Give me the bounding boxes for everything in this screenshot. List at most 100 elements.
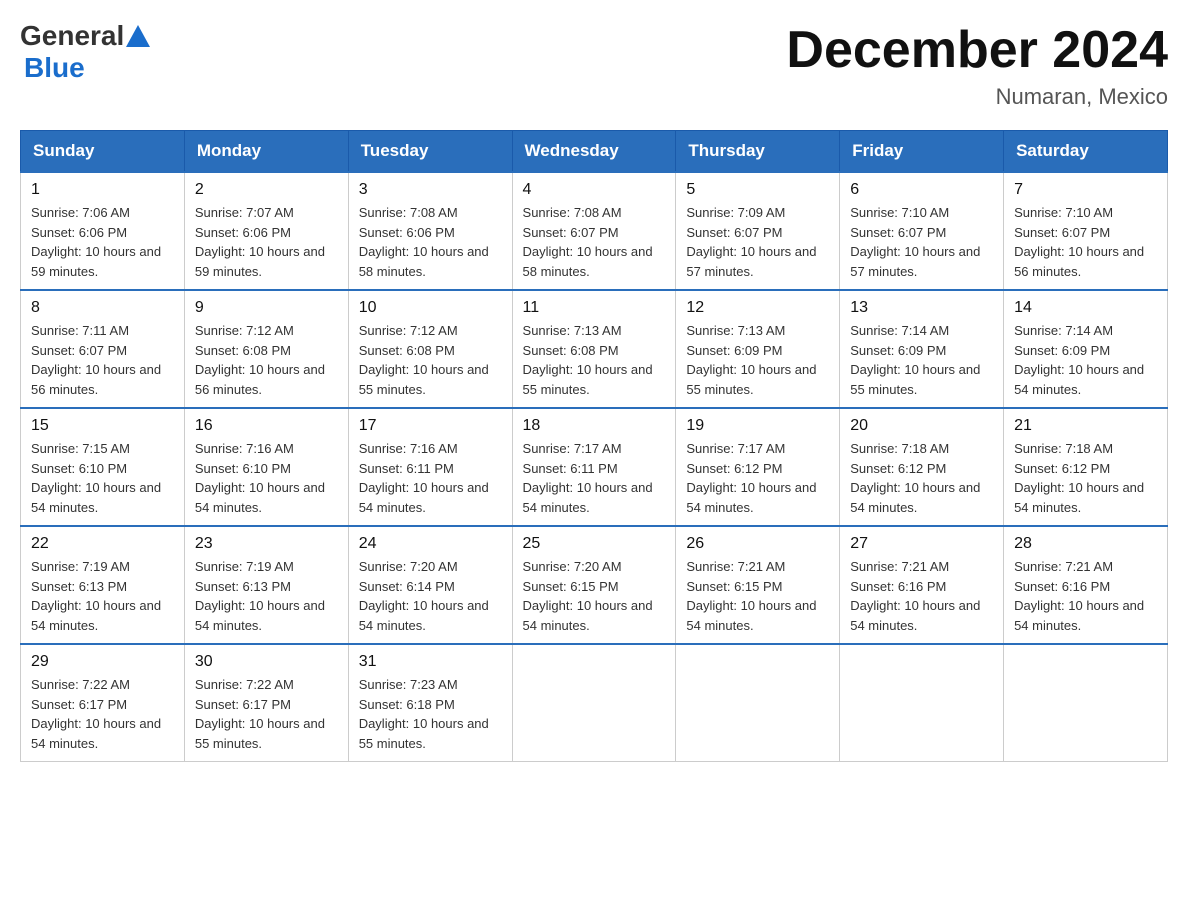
- day-number: 13: [850, 299, 993, 317]
- logo-blue-text: Blue: [24, 52, 152, 84]
- calendar-cell: 4 Sunrise: 7:08 AMSunset: 6:07 PMDaylight…: [512, 172, 676, 290]
- day-number: 6: [850, 181, 993, 199]
- day-number: 19: [686, 417, 829, 435]
- calendar-cell: 23 Sunrise: 7:19 AMSunset: 6:13 PMDayligh…: [184, 526, 348, 644]
- calendar-cell: 11 Sunrise: 7:13 AMSunset: 6:08 PMDayligh…: [512, 290, 676, 408]
- calendar-cell: 17 Sunrise: 7:16 AMSunset: 6:11 PMDayligh…: [348, 408, 512, 526]
- day-info: Sunrise: 7:20 AMSunset: 6:15 PMDaylight:…: [523, 557, 666, 635]
- location-text: Numaran, Mexico: [786, 84, 1168, 110]
- calendar-cell: 28 Sunrise: 7:21 AMSunset: 6:16 PMDayligh…: [1004, 526, 1168, 644]
- calendar-cell: 21Sunrise: 7:18 AMSunset: 6:12 PMDayligh…: [1004, 408, 1168, 526]
- calendar-cell: 27Sunrise: 7:21 AMSunset: 6:16 PMDayligh…: [840, 526, 1004, 644]
- day-info: Sunrise: 7:07 AMSunset: 6:06 PMDaylight:…: [195, 203, 338, 281]
- calendar-cell: 20 Sunrise: 7:18 AMSunset: 6:12 PMDayligh…: [840, 408, 1004, 526]
- day-number: 17: [359, 417, 502, 435]
- calendar-cell: 14Sunrise: 7:14 AMSunset: 6:09 PMDayligh…: [1004, 290, 1168, 408]
- logo-general-text: General: [20, 20, 124, 52]
- day-number: 29: [31, 653, 174, 671]
- calendar-week-row: 1 Sunrise: 7:06 AMSunset: 6:06 PMDaylight…: [21, 172, 1168, 290]
- day-number: 20: [850, 417, 993, 435]
- day-number: 14: [1014, 299, 1157, 317]
- day-number: 11: [523, 299, 666, 317]
- calendar-cell: 3Sunrise: 7:08 AMSunset: 6:06 PMDaylight…: [348, 172, 512, 290]
- calendar-cell: 5Sunrise: 7:09 AMSunset: 6:07 PMDaylight…: [676, 172, 840, 290]
- day-info: Sunrise: 7:12 AMSunset: 6:08 PMDaylight:…: [195, 321, 338, 399]
- day-info: Sunrise: 7:15 AMSunset: 6:10 PMDaylight:…: [31, 439, 174, 517]
- calendar-week-row: 15 Sunrise: 7:15 AMSunset: 6:10 PMDayligh…: [21, 408, 1168, 526]
- day-info: Sunrise: 7:13 AMSunset: 6:09 PMDaylight:…: [686, 321, 829, 399]
- calendar-cell: 9 Sunrise: 7:12 AMSunset: 6:08 PMDaylight…: [184, 290, 348, 408]
- day-number: 7: [1014, 181, 1157, 199]
- day-info: Sunrise: 7:21 AMSunset: 6:15 PMDaylight:…: [686, 557, 829, 635]
- day-info: Sunrise: 7:20 AMSunset: 6:14 PMDaylight:…: [359, 557, 502, 635]
- calendar-cell: 25 Sunrise: 7:20 AMSunset: 6:15 PMDayligh…: [512, 526, 676, 644]
- calendar-cell: 7 Sunrise: 7:10 AMSunset: 6:07 PMDaylight…: [1004, 172, 1168, 290]
- day-number: 27: [850, 535, 993, 553]
- day-number: 4: [523, 181, 666, 199]
- calendar-cell: [1004, 644, 1168, 762]
- day-info: Sunrise: 7:09 AMSunset: 6:07 PMDaylight:…: [686, 203, 829, 281]
- day-number: 3: [359, 181, 502, 199]
- day-info: Sunrise: 7:11 AMSunset: 6:07 PMDaylight:…: [31, 321, 174, 399]
- calendar-cell: 16Sunrise: 7:16 AMSunset: 6:10 PMDayligh…: [184, 408, 348, 526]
- day-info: Sunrise: 7:19 AMSunset: 6:13 PMDaylight:…: [31, 557, 174, 635]
- day-info: Sunrise: 7:16 AMSunset: 6:11 PMDaylight:…: [359, 439, 502, 517]
- calendar-week-row: 8 Sunrise: 7:11 AMSunset: 6:07 PMDaylight…: [21, 290, 1168, 408]
- calendar-cell: 30 Sunrise: 7:22 AMSunset: 6:17 PMDayligh…: [184, 644, 348, 762]
- calendar-cell: 18Sunrise: 7:17 AMSunset: 6:11 PMDayligh…: [512, 408, 676, 526]
- col-tuesday: Tuesday: [348, 131, 512, 173]
- title-section: December 2024 Numaran, Mexico: [786, 20, 1168, 110]
- day-number: 9: [195, 299, 338, 317]
- day-info: Sunrise: 7:06 AMSunset: 6:06 PMDaylight:…: [31, 203, 174, 281]
- header-row: Sunday Monday Tuesday Wednesday Thursday…: [21, 131, 1168, 173]
- calendar-header: Sunday Monday Tuesday Wednesday Thursday…: [21, 131, 1168, 173]
- day-number: 25: [523, 535, 666, 553]
- calendar-cell: 12 Sunrise: 7:13 AMSunset: 6:09 PMDayligh…: [676, 290, 840, 408]
- day-info: Sunrise: 7:18 AMSunset: 6:12 PMDaylight:…: [850, 439, 993, 517]
- page-header: General Blue December 2024 Numaran, Mexi…: [20, 20, 1168, 110]
- day-number: 31: [359, 653, 502, 671]
- calendar-table: Sunday Monday Tuesday Wednesday Thursday…: [20, 130, 1168, 762]
- calendar-cell: 10Sunrise: 7:12 AMSunset: 6:08 PMDayligh…: [348, 290, 512, 408]
- day-info: Sunrise: 7:14 AMSunset: 6:09 PMDaylight:…: [850, 321, 993, 399]
- day-number: 2: [195, 181, 338, 199]
- calendar-cell: 29 Sunrise: 7:22 AMSunset: 6:17 PMDayligh…: [21, 644, 185, 762]
- calendar-week-row: 29 Sunrise: 7:22 AMSunset: 6:17 PMDayligh…: [21, 644, 1168, 762]
- calendar-cell: 15 Sunrise: 7:15 AMSunset: 6:10 PMDayligh…: [21, 408, 185, 526]
- day-info: Sunrise: 7:17 AMSunset: 6:11 PMDaylight:…: [523, 439, 666, 517]
- logo-triangle-icon: [126, 25, 150, 47]
- day-number: 23: [195, 535, 338, 553]
- calendar-cell: 2 Sunrise: 7:07 AMSunset: 6:06 PMDaylight…: [184, 172, 348, 290]
- day-number: 21: [1014, 417, 1157, 435]
- calendar-cell: [676, 644, 840, 762]
- day-number: 24: [359, 535, 502, 553]
- day-number: 12: [686, 299, 829, 317]
- day-number: 8: [31, 299, 174, 317]
- day-info: Sunrise: 7:10 AMSunset: 6:07 PMDaylight:…: [1014, 203, 1157, 281]
- calendar-cell: 8 Sunrise: 7:11 AMSunset: 6:07 PMDaylight…: [21, 290, 185, 408]
- day-number: 28: [1014, 535, 1157, 553]
- calendar-cell: 22Sunrise: 7:19 AMSunset: 6:13 PMDayligh…: [21, 526, 185, 644]
- day-info: Sunrise: 7:22 AMSunset: 6:17 PMDaylight:…: [195, 675, 338, 753]
- day-info: Sunrise: 7:23 AMSunset: 6:18 PMDaylight:…: [359, 675, 502, 753]
- day-number: 15: [31, 417, 174, 435]
- day-number: 30: [195, 653, 338, 671]
- logo: General Blue: [20, 20, 152, 84]
- calendar-cell: 6Sunrise: 7:10 AMSunset: 6:07 PMDaylight…: [840, 172, 1004, 290]
- col-sunday: Sunday: [21, 131, 185, 173]
- day-info: Sunrise: 7:19 AMSunset: 6:13 PMDaylight:…: [195, 557, 338, 635]
- calendar-cell: [840, 644, 1004, 762]
- day-info: Sunrise: 7:13 AMSunset: 6:08 PMDaylight:…: [523, 321, 666, 399]
- col-friday: Friday: [840, 131, 1004, 173]
- calendar-cell: 26Sunrise: 7:21 AMSunset: 6:15 PMDayligh…: [676, 526, 840, 644]
- day-info: Sunrise: 7:08 AMSunset: 6:07 PMDaylight:…: [523, 203, 666, 281]
- calendar-cell: 31 Sunrise: 7:23 AMSunset: 6:18 PMDayligh…: [348, 644, 512, 762]
- col-saturday: Saturday: [1004, 131, 1168, 173]
- day-number: 1: [31, 181, 174, 199]
- day-info: Sunrise: 7:22 AMSunset: 6:17 PMDaylight:…: [31, 675, 174, 753]
- calendar-cell: [512, 644, 676, 762]
- calendar-cell: 1 Sunrise: 7:06 AMSunset: 6:06 PMDaylight…: [21, 172, 185, 290]
- day-info: Sunrise: 7:17 AMSunset: 6:12 PMDaylight:…: [686, 439, 829, 517]
- day-info: Sunrise: 7:21 AMSunset: 6:16 PMDaylight:…: [1014, 557, 1157, 635]
- calendar-week-row: 22Sunrise: 7:19 AMSunset: 6:13 PMDayligh…: [21, 526, 1168, 644]
